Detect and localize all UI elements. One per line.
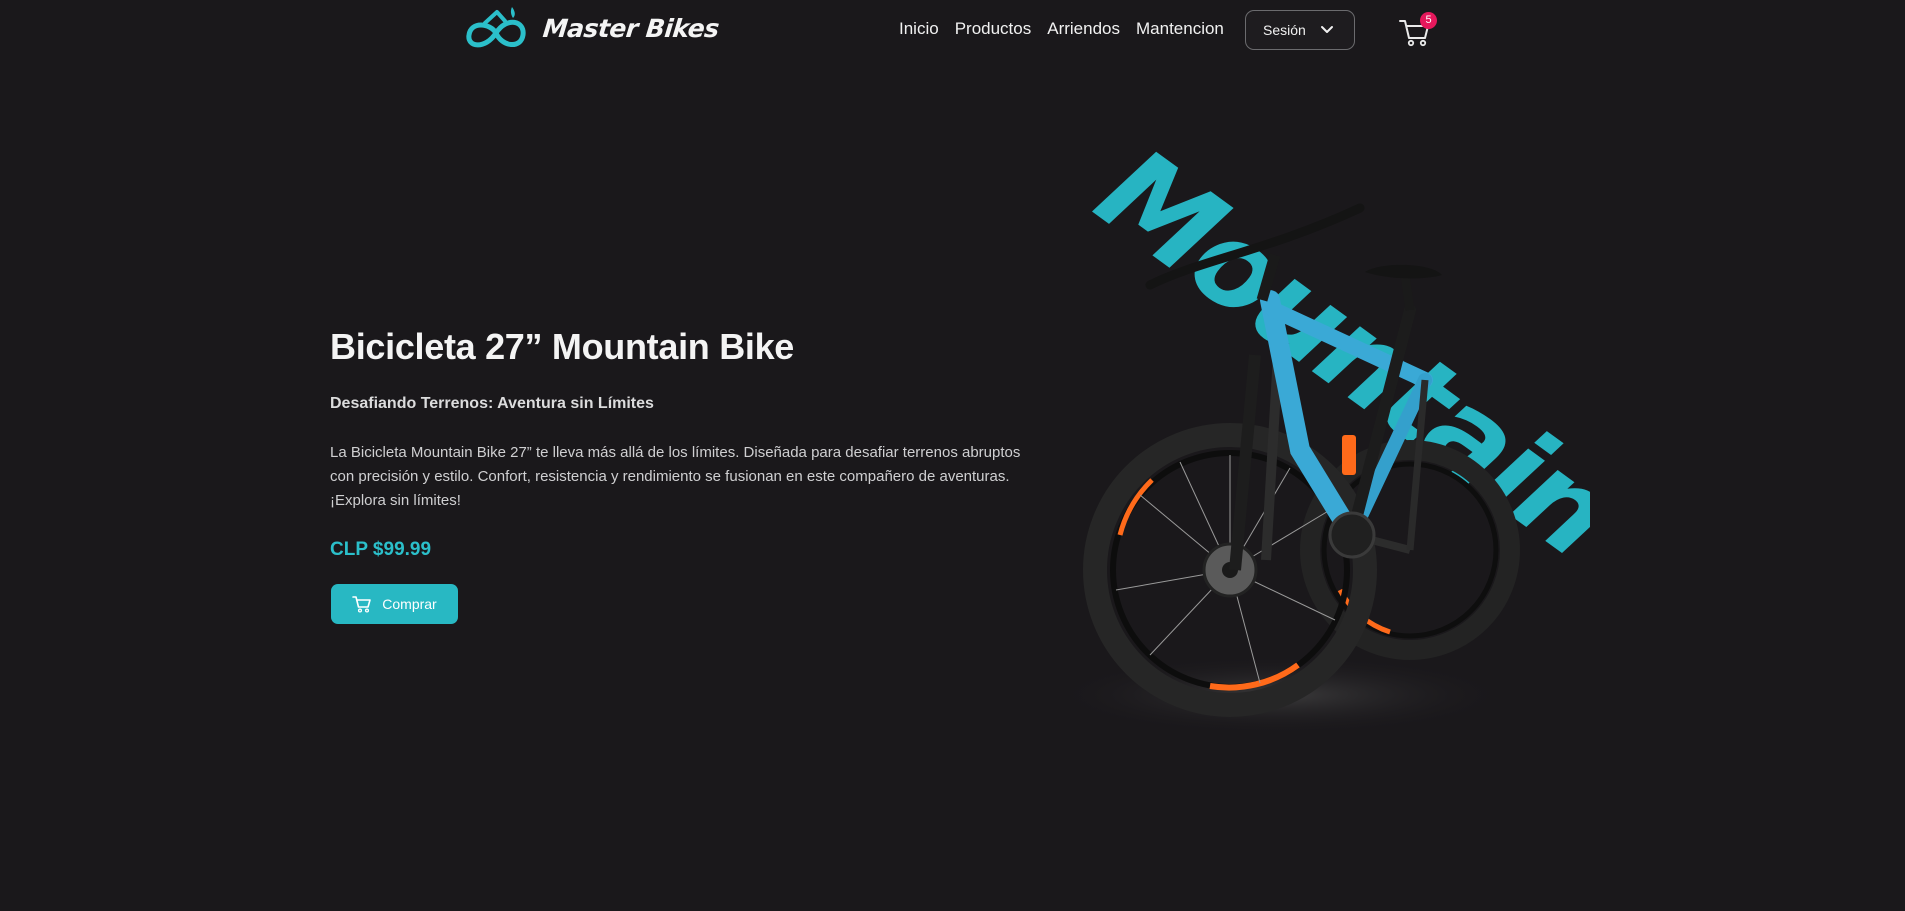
site-header: Master Bikes Inicio Productos Arriendos …	[0, 0, 1905, 60]
cart-count-badge: 5	[1420, 12, 1437, 29]
buy-button[interactable]: Comprar	[331, 584, 458, 624]
session-dropdown-button[interactable]: Sesión	[1245, 10, 1355, 50]
session-label: Sesión	[1263, 22, 1306, 38]
main-nav: Inicio Productos Arriendos Mantencion	[899, 18, 1224, 40]
nav-item-mantencion[interactable]: Mantencion	[1136, 18, 1224, 40]
cart-button[interactable]: 5	[1398, 10, 1438, 48]
product-image: Mountain	[1030, 150, 1590, 750]
product-description: La Bicicleta Mountain Bike 27” te lleva …	[330, 444, 1021, 509]
nav-item-inicio[interactable]: Inicio	[899, 18, 939, 40]
cart-icon	[352, 596, 372, 613]
nav-item-productos[interactable]: Productos	[955, 18, 1032, 40]
product-price: CLP $99.99	[330, 539, 432, 560]
buy-button-label: Comprar	[382, 596, 437, 612]
front-fork	[1229, 354, 1283, 571]
brand-logo[interactable]: Master Bikes	[463, 2, 721, 54]
brand-name: Master Bikes	[541, 13, 721, 43]
chevron-down-icon	[1320, 26, 1333, 33]
product-subtitle: Desafiando Terrenos: Aventura sin Límite…	[330, 395, 654, 412]
chainring	[1328, 511, 1376, 559]
bike-logo-icon	[466, 7, 526, 48]
product-title: Bicicleta 27” Mountain Bike	[330, 326, 795, 367]
saddle	[1365, 264, 1442, 279]
nav-item-arriendos[interactable]: Arriendos	[1047, 18, 1120, 40]
